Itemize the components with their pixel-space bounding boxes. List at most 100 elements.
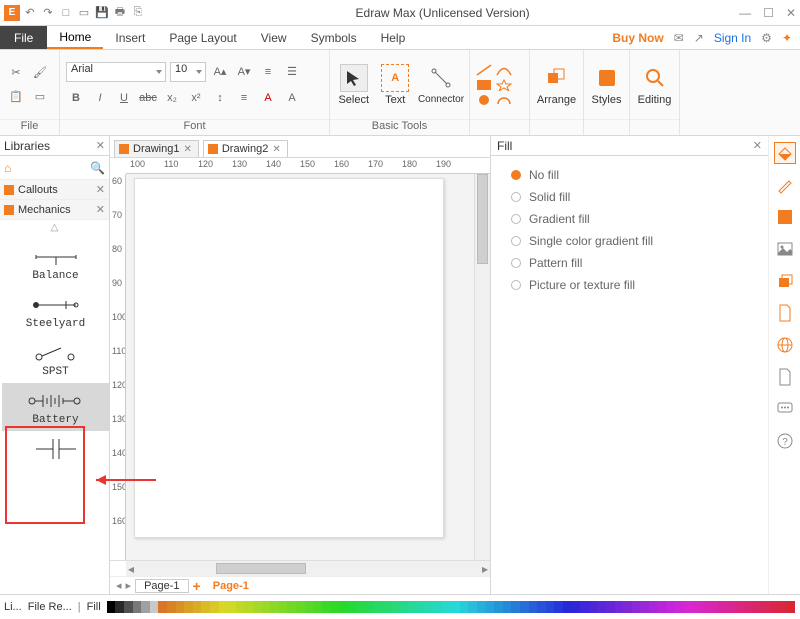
clip-icon[interactable]: ✂ [6,63,26,83]
home-icon[interactable]: ⌂ [4,161,11,175]
fill-option-single-gradient[interactable]: Single color gradient fill [499,230,760,252]
shape-tool-icon[interactable] [774,206,796,228]
layers-tool-icon[interactable] [774,270,796,292]
menu-help[interactable]: Help [369,26,418,49]
close-libraries-icon[interactable]: ✕ [96,139,105,152]
buy-now-link[interactable]: Buy Now [612,31,663,45]
page-nav-icon[interactable]: ▸ [126,579,132,592]
image-tool-icon[interactable] [774,238,796,260]
export-icon[interactable]: ⎘ [130,5,146,21]
print-icon[interactable]: 🖶 [112,5,128,21]
color-palette[interactable] [107,601,796,613]
tab-drawing2[interactable]: Drawing2✕ [203,140,288,157]
close-icon[interactable]: ✕ [786,6,796,20]
text-align-icon[interactable]: ≡ [234,88,254,108]
page-nav-icon[interactable]: ◂ [116,579,122,592]
underline-button[interactable]: U [114,88,134,108]
arc-shape-icon[interactable] [496,94,512,106]
fill-option-solid[interactable]: Solid fill [499,186,760,208]
tab-drawing1[interactable]: Drawing1✕ [114,140,199,157]
gear-icon[interactable]: ⚙ [761,31,772,45]
decrease-font-icon[interactable]: A▾ [234,62,254,82]
file-menu[interactable]: File [0,26,47,49]
page[interactable] [134,178,444,538]
scrollbar-vertical[interactable] [474,174,490,560]
new-icon[interactable]: □ [58,5,74,21]
close-tab-icon[interactable]: ✕ [272,144,280,155]
comment-tool-icon[interactable] [774,398,796,420]
undo-icon[interactable]: ↶ [22,5,38,21]
status-filere[interactable]: File Re... [28,601,72,613]
close-callouts-icon[interactable]: ✕ [96,183,105,196]
editing-button[interactable]: Editing [636,58,673,112]
pen-tool-icon[interactable] [774,174,796,196]
subscript-icon[interactable]: x₂ [162,88,182,108]
scrollbar-horizontal[interactable]: ◂▸ [110,560,490,576]
italic-button[interactable]: I [90,88,110,108]
shape-spst[interactable]: SPST [2,335,109,383]
select-tool[interactable]: Select [336,58,372,112]
libcat-callouts[interactable]: Callouts✕ [0,180,109,200]
redo-icon[interactable]: ↷ [40,5,56,21]
star-shape-icon[interactable] [496,79,512,91]
circle-shape-icon[interactable] [476,94,492,106]
spacing-icon[interactable]: ↕ [210,88,230,108]
menu-view[interactable]: View [249,26,299,49]
superscript-icon[interactable]: x² [186,88,206,108]
feedback-icon[interactable]: ✉ [674,31,684,45]
highlight-icon[interactable]: A [282,88,302,108]
line-shape-icon[interactable] [476,64,492,76]
close-tab-icon[interactable]: ✕ [183,144,191,155]
shape-steelyard[interactable]: Steelyard [2,287,109,335]
fill-tool-icon[interactable] [774,142,796,164]
menu-insert[interactable]: Insert [103,26,157,49]
curve-shape-icon[interactable] [496,64,512,76]
page-tab-1[interactable]: Page-1 [135,579,188,593]
page-tool-icon[interactable] [774,366,796,388]
fill-option-no-fill[interactable]: No fill [499,164,760,186]
font-name-select[interactable]: Arial [66,62,166,82]
shape-balance[interactable]: Balance [2,239,109,287]
minimize-icon[interactable]: — [739,6,751,20]
fill-option-gradient[interactable]: Gradient fill [499,208,760,230]
menu-symbols[interactable]: Symbols [299,26,369,49]
shape-capacitor[interactable] [2,431,109,467]
status-li[interactable]: Li... [4,601,22,613]
menu-page-layout[interactable]: Page Layout [157,26,248,49]
bullets-icon[interactable]: ☰ [282,62,302,82]
fill-option-pattern[interactable]: Pattern fill [499,252,760,274]
align-icon[interactable]: ≡ [258,62,278,82]
font-color-icon[interactable]: A [258,88,278,108]
share-icon[interactable]: ↗ [694,31,704,45]
app-icon[interactable]: ✦ [782,31,792,45]
font-size-select[interactable]: 10 [170,62,206,82]
maximize-icon[interactable]: ☐ [763,6,774,20]
paste-icon[interactable]: 📋 [6,87,26,107]
close-mechanics-icon[interactable]: ✕ [96,203,105,216]
sign-in-link[interactable]: Sign In [714,31,751,45]
add-page-button[interactable]: + [193,578,201,594]
save-icon[interactable]: 💾 [94,5,110,21]
page-tab-orange[interactable]: Page-1 [205,580,257,592]
connector-tool[interactable]: Connector [419,58,463,112]
help-tool-icon[interactable]: ? [774,430,796,452]
bold-button[interactable]: B [66,88,86,108]
collapse-icon[interactable]: △ [0,220,109,235]
text-tool[interactable]: A Text [378,58,414,112]
fill-option-texture[interactable]: Picture or texture fill [499,274,760,296]
doc-tool-icon[interactable] [774,302,796,324]
arrange-button[interactable]: Arrange [536,58,577,112]
open-icon[interactable]: ▭ [76,5,92,21]
globe-tool-icon[interactable] [774,334,796,356]
rect-shape-icon[interactable] [476,79,492,91]
libcat-mechanics[interactable]: Mechanics✕ [0,200,109,220]
copy-icon[interactable]: ▭ [30,87,50,107]
menu-home[interactable]: Home [47,26,103,49]
lib-search-icon[interactable]: 🔍 [90,161,105,175]
styles-button[interactable]: Styles [590,58,623,112]
close-fill-icon[interactable]: ✕ [753,139,762,152]
brush-icon[interactable]: 🖌 [30,63,50,83]
strike-button[interactable]: abc [138,88,158,108]
canvas[interactable] [126,174,474,560]
shape-battery[interactable]: Battery [2,383,109,431]
